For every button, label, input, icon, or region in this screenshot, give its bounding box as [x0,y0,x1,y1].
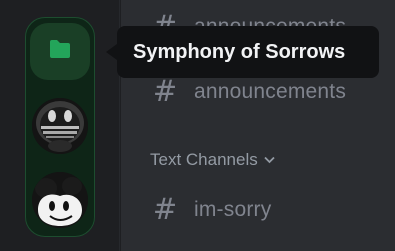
channel-label: announcements [194,79,347,103]
folder-icon [48,39,72,64]
server-icon-symphony[interactable] [32,98,88,154]
chevron-down-icon [264,156,275,164]
server-rail [0,0,120,251]
server-avatar-icon [32,98,88,154]
channel-label: im-sorry [194,197,272,221]
tooltip-text: Symphony of Sorrows [133,40,346,63]
hash-icon: # [152,192,178,226]
server-folder-button[interactable] [30,23,90,80]
mouse-head-avatar-icon [32,172,88,228]
server-icon-mouse[interactable] [32,172,88,228]
tooltip-arrow [106,44,117,60]
hash-icon: # [152,74,178,108]
category-text-channels[interactable]: Text Channels [150,150,275,170]
category-label: Text Channels [150,150,258,169]
channel-im-sorry[interactable]: # im-sorry [150,195,271,224]
server-name-tooltip: Symphony of Sorrows [117,26,379,78]
channel-announcements[interactable]: # announcements [150,77,346,106]
